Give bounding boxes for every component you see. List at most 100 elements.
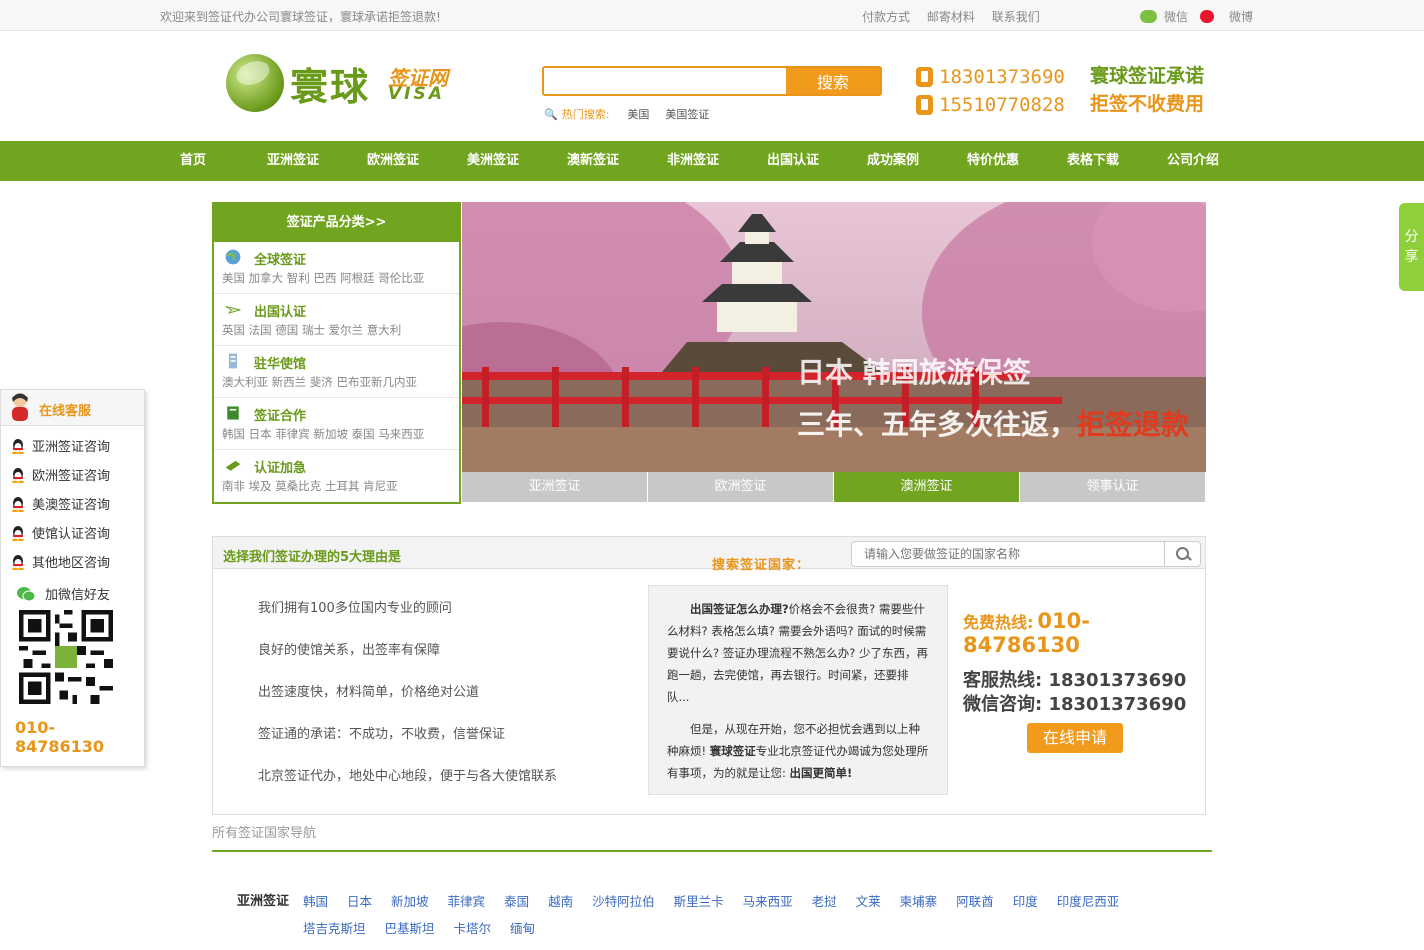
- nav-cases[interactable]: 成功案例: [843, 141, 943, 181]
- country-link[interactable]: 沙特阿拉伯: [592, 888, 655, 915]
- service-item-label[interactable]: 使馆认证咨询: [32, 523, 110, 542]
- service-item[interactable]: 其他地区咨询: [9, 552, 110, 571]
- country-link[interactable]: 文莱: [856, 888, 881, 915]
- phone-number: 15510770828: [939, 94, 1065, 116]
- country-link[interactable]: 菲律宾: [448, 888, 486, 915]
- banner-tab[interactable]: 欧洲签证: [648, 472, 834, 502]
- contact-link[interactable]: 联系我们: [992, 10, 1040, 24]
- apply-online-button[interactable]: 在线申请: [1027, 723, 1123, 753]
- nav-oceania-visa[interactable]: 澳新签证: [543, 141, 643, 181]
- country-link[interactable]: 韩国: [303, 888, 328, 915]
- category-row[interactable]: 全球签证 美国 加拿大 智利 巴西 阿根廷 哥伦比亚: [214, 242, 459, 294]
- wechat-link[interactable]: 微信: [1164, 8, 1188, 25]
- banner-tab[interactable]: 领事认证: [1020, 472, 1206, 502]
- story1-bold: 出国签证怎么办理?: [690, 602, 789, 616]
- category-row[interactable]: 驻华使馆 澳大利亚 新西兰 斐济 巴布亚新几内亚: [214, 346, 459, 398]
- category-row-title[interactable]: 出国认证: [254, 301, 306, 320]
- service-item-label[interactable]: 其他地区咨询: [32, 552, 110, 571]
- country-link[interactable]: 巴基斯坦: [385, 915, 435, 942]
- reason-item: 出签速度快，材料简单，价格绝对公道: [258, 685, 480, 700]
- country-link[interactable]: 印度: [1013, 888, 1038, 915]
- wx-label: 微信咨询:: [963, 694, 1043, 715]
- hot-search: 🔍 热门搜索: 美国 美国签证: [544, 106, 725, 122]
- service-item[interactable]: 欧洲签证咨询: [9, 465, 110, 484]
- building-icon: [228, 353, 238, 369]
- reason-item: 良好的使馆关系，出签率有保障: [258, 643, 441, 658]
- category-row-sub[interactable]: 澳大利亚 新西兰 斐济 巴布亚新几内亚: [222, 374, 417, 390]
- service-item-label[interactable]: 欧洲签证咨询: [32, 465, 110, 484]
- weibo-icon[interactable]: [1200, 10, 1215, 23]
- country-link[interactable]: 新加坡: [391, 888, 429, 915]
- mail-materials-link[interactable]: 邮寄材料: [927, 10, 975, 24]
- wechat-icon[interactable]: [1140, 10, 1157, 23]
- country-link[interactable]: 缅甸: [510, 915, 535, 942]
- category-row-sub[interactable]: 英国 法国 德国 瑞士 爱尔兰 意大利: [222, 322, 401, 338]
- country-search-box: [851, 541, 1201, 567]
- banner-tab-active[interactable]: 澳洲签证: [834, 472, 1020, 502]
- country-search-input[interactable]: [852, 542, 1162, 566]
- category-row-title[interactable]: 认证加急: [254, 457, 306, 476]
- category-row-sub[interactable]: 南非 埃及 莫桑比克 土耳其 肯尼亚: [222, 478, 398, 494]
- hot-search-item[interactable]: 美国签证: [665, 108, 709, 121]
- reasons-list: 我们拥有100多位国内专业的顾问 良好的使馆关系，出签率有保障 出签速度快，材料…: [258, 597, 557, 807]
- service-item-label[interactable]: 亚洲签证咨询: [32, 436, 110, 455]
- country-link[interactable]: 阿联酋: [956, 888, 994, 915]
- country-link[interactable]: 柬埔寨: [900, 888, 938, 915]
- logo-visa-text: VISA: [388, 84, 445, 104]
- country-link[interactable]: 印度尼西亚: [1057, 888, 1120, 915]
- nav-certification[interactable]: 出国认证: [743, 141, 843, 181]
- site-logo[interactable]: 寰球 签证网 VISA: [226, 52, 466, 114]
- service-item-label[interactable]: 美澳签证咨询: [32, 494, 110, 513]
- payment-link[interactable]: 付款方式: [862, 10, 910, 24]
- category-row[interactable]: 认证加急 南非 埃及 莫桑比克 土耳其 肯尼亚: [214, 450, 459, 502]
- search-button[interactable]: 搜索: [786, 68, 880, 94]
- category-row[interactable]: 出国认证 英国 法国 德国 瑞士 爱尔兰 意大利: [214, 294, 459, 346]
- service-title: 在线客服: [39, 404, 92, 419]
- category-row[interactable]: 签证合作 韩国 日本 菲律宾 新加坡 泰国 马来西亚: [214, 398, 459, 450]
- search-icon[interactable]: [1164, 542, 1200, 566]
- nav-africa-visa[interactable]: 非洲签证: [643, 141, 743, 181]
- reasons-title: 选择我们签证办理的5大理由是: [223, 550, 402, 565]
- phone-icon: [916, 95, 933, 115]
- service-item[interactable]: 亚洲签证咨询: [9, 436, 110, 455]
- banner-image[interactable]: 日本 韩国旅游保签 三年、五年多次往返，拒签退款: [462, 202, 1206, 472]
- weibo-link[interactable]: 微博: [1229, 8, 1253, 25]
- category-row-sub[interactable]: 美国 加拿大 智利 巴西 阿根廷 哥伦比亚: [222, 270, 424, 286]
- wechat-add-label[interactable]: 加微信好友: [45, 584, 110, 603]
- search-input[interactable]: [544, 68, 786, 94]
- wechat-add-item[interactable]: 加微信好友: [17, 584, 110, 603]
- nav-deals[interactable]: 特价优惠: [943, 141, 1043, 181]
- country-nav-box: 亚洲签证 韩国 日本 新加坡 菲律宾 泰国 越南 沙特阿拉伯 斯里兰卡 马来西亚 老挝 文莱 柬埔寨阿…: [212, 850, 1212, 950]
- share-tab[interactable]: 分享: [1399, 203, 1424, 291]
- service-item[interactable]: 美澳签证咨询: [9, 494, 110, 513]
- nav-forms[interactable]: 表格下载: [1043, 141, 1143, 181]
- country-link[interactable]: 马来西亚: [743, 888, 793, 915]
- reasons-header: 选择我们签证办理的5大理由是 搜索签证国家：: [213, 537, 1205, 573]
- hotline-block: 免费热线: 010-84786130 客服热线: 18301373690 微信咨询…: [963, 609, 1205, 717]
- country-link[interactable]: 斯里兰卡: [674, 888, 724, 915]
- country-region-label[interactable]: 亚洲签证: [237, 890, 289, 909]
- country-link[interactable]: 卡塔尔: [454, 915, 492, 942]
- story-paragraph-2: 但是，从现在开始，您不必担忧会遇到以上种种麻烦! 寰球签证专业北京签证代办竭诚为…: [667, 718, 929, 784]
- nav-europe-visa[interactable]: 欧洲签证: [343, 141, 443, 181]
- nav-about[interactable]: 公司介绍: [1143, 141, 1243, 181]
- country-link[interactable]: 越南: [548, 888, 573, 915]
- nav-america-visa[interactable]: 美洲签证: [443, 141, 543, 181]
- nav-home[interactable]: 首页: [143, 141, 243, 181]
- category-row-sub[interactable]: 韩国 日本 菲律宾 新加坡 泰国 马来西亚: [222, 426, 424, 442]
- category-row-title[interactable]: 全球签证: [254, 249, 306, 268]
- country-link[interactable]: 泰国: [504, 888, 529, 915]
- banner-subline-a: 三年、五年多次往返，: [797, 408, 1077, 441]
- country-link[interactable]: 日本: [347, 888, 372, 915]
- phone-icon: [916, 67, 933, 87]
- service-item[interactable]: 使馆认证咨询: [9, 523, 110, 542]
- category-row-title[interactable]: 驻华使馆: [254, 353, 306, 372]
- globe-icon: [225, 249, 241, 265]
- search-box: 搜索: [542, 66, 882, 96]
- banner-tab[interactable]: 亚洲签证: [462, 472, 648, 502]
- country-link[interactable]: 塔吉克斯坦: [303, 915, 366, 942]
- nav-asia-visa[interactable]: 亚洲签证: [243, 141, 343, 181]
- hot-search-item[interactable]: 美国: [627, 108, 649, 121]
- category-row-title[interactable]: 签证合作: [254, 405, 306, 424]
- country-link[interactable]: 老挝: [812, 888, 837, 915]
